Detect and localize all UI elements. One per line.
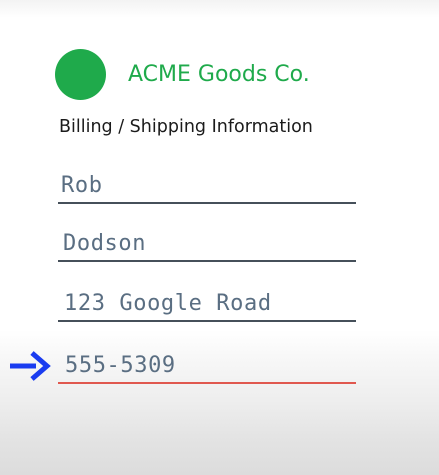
address-field[interactable] <box>58 288 356 322</box>
brand-header: ACME Goods Co. <box>55 48 310 100</box>
brand-name: ACME Goods Co. <box>128 61 310 87</box>
last-name-input[interactable] <box>63 231 353 256</box>
last-name-field[interactable] <box>58 228 356 262</box>
first-name-field[interactable] <box>58 170 356 204</box>
first-name-input[interactable] <box>61 173 351 198</box>
form-title: Billing / Shipping Information <box>59 117 313 137</box>
brand-logo <box>55 48 106 100</box>
phone-input[interactable] <box>65 353 355 378</box>
phone-field[interactable] <box>58 350 356 384</box>
right-arrow-icon <box>10 351 51 381</box>
address-input[interactable] <box>64 291 354 316</box>
